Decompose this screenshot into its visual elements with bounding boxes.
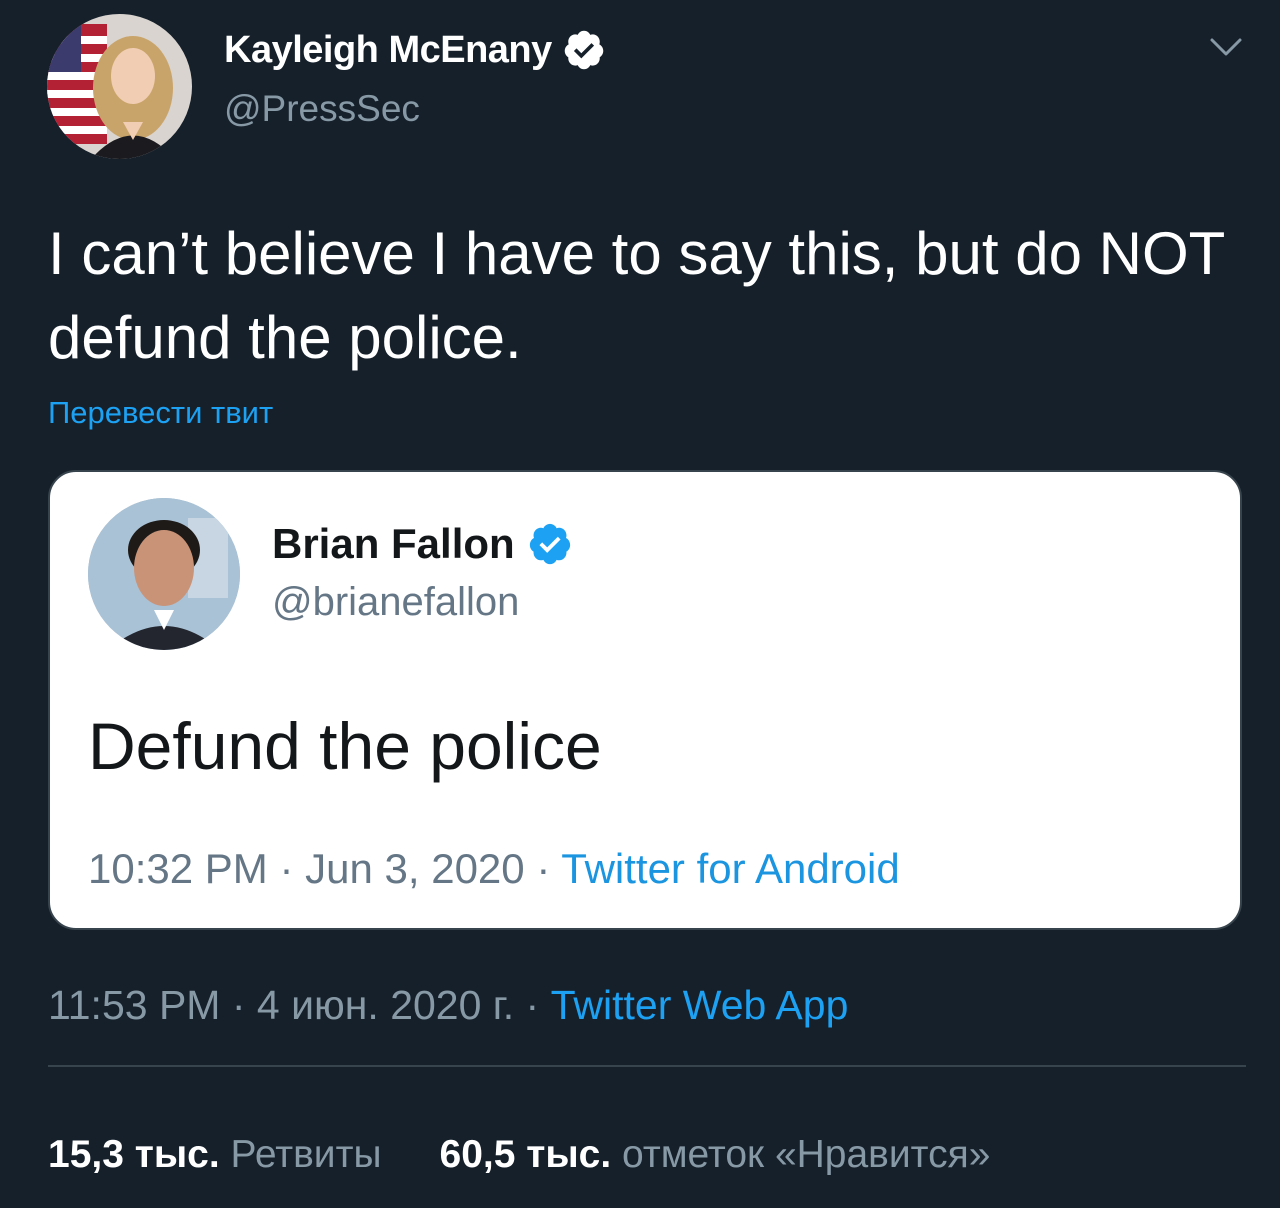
quoted-author-handle: @brianefallon: [272, 580, 520, 624]
verified-badge-icon: [529, 523, 570, 565]
quoted-author-avatar: [88, 498, 240, 650]
quoted-tweet-date: Jun 3, 2020: [305, 845, 525, 892]
quoted-avatar-image: [88, 498, 240, 650]
divider: [48, 1065, 1246, 1067]
chevron-down-icon[interactable]: [1206, 32, 1246, 64]
tweet-source-link[interactable]: Twitter Web App: [551, 982, 849, 1028]
likes-count: 60,5 тыс.: [439, 1133, 612, 1176]
likes-stat[interactable]: 60,5 тыс. отметок «Нравится»: [440, 1133, 991, 1177]
likes-label: отметок «Нравится»: [622, 1133, 991, 1176]
meta-separator: ·: [279, 845, 294, 892]
quoted-tweet-meta: 10:32 PM · Jun 3, 2020 · Twitter for And…: [88, 845, 900, 893]
verified-badge-icon: [564, 30, 604, 70]
meta-separator: ·: [536, 845, 551, 892]
tweet-stats: 15,3 тыс. Ретвиты 60,5 тыс. отметок «Нра…: [48, 1133, 990, 1177]
tweet-detail: Kayleigh McEnany @PressSec I can’t belie…: [0, 0, 1280, 1208]
retweets-stat[interactable]: 15,3 тыс. Ретвиты: [48, 1133, 382, 1177]
quoted-tweet-card[interactable]: Brian Fallon @brianefallon Defund the po…: [48, 470, 1242, 930]
tweet-time[interactable]: 11:53 PM: [48, 982, 220, 1028]
tweet-meta: 11:53 PM · 4 июн. 2020 г. · Twitter Web …: [48, 982, 848, 1029]
author-name[interactable]: Kayleigh McEnany: [224, 29, 552, 72]
quoted-author-name-row: Brian Fallon: [272, 520, 573, 568]
meta-separator: ·: [525, 982, 540, 1028]
quoted-tweet-text: Defund the police: [88, 709, 602, 783]
quoted-author-name: Brian Fallon: [272, 520, 515, 567]
retweets-label: Ретвиты: [230, 1133, 382, 1176]
translate-tweet-link[interactable]: Перевести твит: [48, 395, 273, 431]
author-avatar-image: [47, 14, 192, 159]
tweet-date[interactable]: 4 июн. 2020 г.: [257, 982, 514, 1028]
quoted-tweet-time: 10:32 PM: [88, 845, 268, 892]
retweets-count: 15,3 тыс.: [48, 1133, 220, 1176]
tweet-text: I can’t believe I have to say this, but …: [48, 220, 1225, 371]
meta-separator: ·: [231, 982, 246, 1028]
quoted-tweet-source: Twitter for Android: [561, 845, 900, 892]
author-handle[interactable]: @PressSec: [224, 88, 420, 130]
author-avatar[interactable]: [47, 14, 192, 159]
author-name-row[interactable]: Kayleigh McEnany: [224, 28, 606, 72]
